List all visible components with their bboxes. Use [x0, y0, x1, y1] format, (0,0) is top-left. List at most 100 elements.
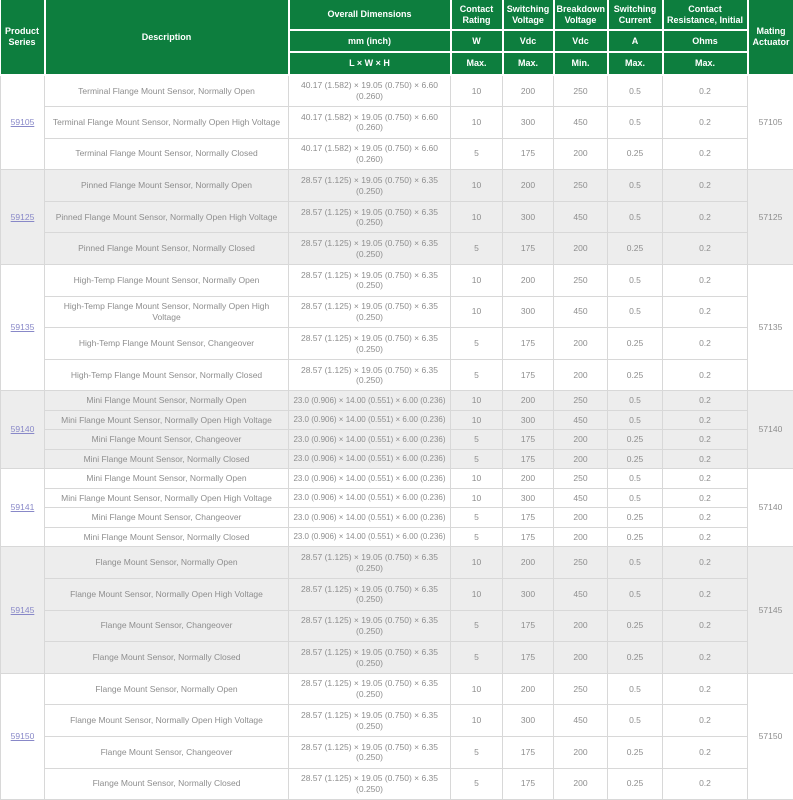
dimensions-cell: 23.0 (0.906) × 14.00 (0.551) × 6.00 (0.2…: [289, 391, 451, 411]
switching-voltage-cell: 200: [503, 265, 554, 297]
dimensions-cell: 28.57 (1.125) × 19.05 (0.750) × 6.35 (0.…: [289, 265, 451, 297]
dimensions-cell: 28.57 (1.125) × 19.05 (0.750) × 6.35 (0.…: [289, 328, 451, 360]
dimensions-cell: 40.17 (1.582) × 19.05 (0.750) × 6.60 (0.…: [289, 138, 451, 170]
dimensions-cell: 23.0 (0.906) × 14.00 (0.551) × 6.00 (0.2…: [289, 508, 451, 528]
product-series-cell: 59125: [1, 170, 45, 265]
switching-current-cell: 0.5: [608, 201, 663, 233]
header-breakdown-voltage: Breakdown Voltage: [554, 0, 608, 30]
product-spec-table: Product Series Description Overall Dimen…: [0, 0, 793, 800]
table-row: Flange Mount Sensor, Normally Open High …: [1, 705, 793, 737]
contact-rating-cell: 10: [451, 296, 503, 328]
product-series-cell: 59135: [1, 265, 45, 391]
header-units-breakdown-voltage: Vdc: [554, 30, 608, 52]
switching-current-cell: 0.5: [608, 705, 663, 737]
table-row: Flange Mount Sensor, Normally Open High …: [1, 579, 793, 611]
table-row: Mini Flange Mount Sensor, Changeover23.0…: [1, 508, 793, 528]
contact-resistance-cell: 0.2: [663, 138, 748, 170]
breakdown-voltage-cell: 200: [554, 642, 608, 674]
contact-resistance-cell: 0.2: [663, 673, 748, 705]
contact-resistance-cell: 0.2: [663, 642, 748, 674]
table-header: Product Series Description Overall Dimen…: [1, 0, 793, 75]
contact-resistance-cell: 0.2: [663, 430, 748, 450]
table-row: Mini Flange Mount Sensor, Changeover23.0…: [1, 430, 793, 450]
table-row: 59145Flange Mount Sensor, Normally Open2…: [1, 547, 793, 579]
breakdown-voltage-cell: 200: [554, 449, 608, 469]
product-series-link[interactable]: 59145: [11, 605, 35, 615]
product-series-link[interactable]: 59141: [11, 502, 35, 512]
header-units-dimensions: mm (inch): [289, 30, 451, 52]
breakdown-voltage-cell: 200: [554, 233, 608, 265]
mating-actuator-cell: 57140: [748, 469, 793, 547]
table-row: 59150Flange Mount Sensor, Normally Open2…: [1, 673, 793, 705]
contact-resistance-cell: 0.2: [663, 170, 748, 202]
breakdown-voltage-cell: 450: [554, 296, 608, 328]
product-series-link[interactable]: 59140: [11, 424, 35, 434]
product-series-cell: 59145: [1, 547, 45, 673]
switching-current-cell: 0.25: [608, 449, 663, 469]
dimensions-cell: 23.0 (0.906) × 14.00 (0.551) × 6.00 (0.2…: [289, 527, 451, 547]
table-row: Flange Mount Sensor, Changeover28.57 (1.…: [1, 737, 793, 769]
breakdown-voltage-cell: 200: [554, 359, 608, 391]
table-row: Pinned Flange Mount Sensor, Normally Ope…: [1, 201, 793, 233]
contact-resistance-cell: 0.2: [663, 107, 748, 139]
switching-voltage-cell: 175: [503, 508, 554, 528]
contact-rating-cell: 5: [451, 328, 503, 360]
switching-voltage-cell: 175: [503, 642, 554, 674]
contact-resistance-cell: 0.2: [663, 469, 748, 489]
description-cell: Flange Mount Sensor, Changeover: [45, 737, 289, 769]
contact-rating-cell: 10: [451, 391, 503, 411]
switching-current-cell: 0.5: [608, 673, 663, 705]
contact-rating-cell: 10: [451, 410, 503, 430]
contact-rating-cell: 10: [451, 673, 503, 705]
contact-rating-cell: 5: [451, 359, 503, 391]
contact-rating-cell: 5: [451, 527, 503, 547]
breakdown-voltage-cell: 250: [554, 391, 608, 411]
header-contact-rating: Contact Rating: [451, 0, 503, 30]
breakdown-voltage-cell: 250: [554, 170, 608, 202]
description-cell: Pinned Flange Mount Sensor, Normally Clo…: [45, 233, 289, 265]
switching-current-cell: 0.5: [608, 265, 663, 297]
switching-voltage-cell: 175: [503, 359, 554, 391]
header-switching-voltage: Switching Voltage: [503, 0, 554, 30]
table-row: Mini Flange Mount Sensor, Normally Close…: [1, 449, 793, 469]
contact-resistance-cell: 0.2: [663, 547, 748, 579]
description-cell: Flange Mount Sensor, Normally Open High …: [45, 579, 289, 611]
contact-resistance-cell: 0.2: [663, 737, 748, 769]
description-cell: Flange Mount Sensor, Normally Closed: [45, 768, 289, 800]
switching-voltage-cell: 175: [503, 610, 554, 642]
contact-rating-cell: 10: [451, 107, 503, 139]
product-series-link[interactable]: 59150: [11, 731, 35, 741]
description-cell: Mini Flange Mount Sensor, Normally Open …: [45, 488, 289, 508]
header-overall-dimensions: Overall Dimensions: [289, 0, 451, 30]
breakdown-voltage-cell: 250: [554, 547, 608, 579]
description-cell: Terminal Flange Mount Sensor, Normally O…: [45, 75, 289, 107]
table-row: Flange Mount Sensor, Changeover28.57 (1.…: [1, 610, 793, 642]
product-series-link[interactable]: 59125: [11, 212, 35, 222]
breakdown-voltage-cell: 200: [554, 430, 608, 450]
product-series-link[interactable]: 59135: [11, 322, 35, 332]
switching-voltage-cell: 175: [503, 138, 554, 170]
contact-rating-cell: 10: [451, 201, 503, 233]
switching-current-cell: 0.25: [608, 359, 663, 391]
table-row: Flange Mount Sensor, Normally Closed28.5…: [1, 642, 793, 674]
breakdown-voltage-cell: 200: [554, 737, 608, 769]
switching-voltage-cell: 300: [503, 296, 554, 328]
breakdown-voltage-cell: 200: [554, 610, 608, 642]
header-qualifier-contact-rating: Max.: [451, 52, 503, 75]
contact-resistance-cell: 0.2: [663, 75, 748, 107]
contact-resistance-cell: 0.2: [663, 610, 748, 642]
breakdown-voltage-cell: 450: [554, 579, 608, 611]
product-series-link[interactable]: 59105: [11, 117, 35, 127]
switching-voltage-cell: 175: [503, 768, 554, 800]
switching-voltage-cell: 200: [503, 170, 554, 202]
breakdown-voltage-cell: 200: [554, 508, 608, 528]
switching-voltage-cell: 175: [503, 233, 554, 265]
dimensions-cell: 40.17 (1.582) × 19.05 (0.750) × 6.60 (0.…: [289, 107, 451, 139]
switching-voltage-cell: 200: [503, 469, 554, 489]
contact-rating-cell: 5: [451, 430, 503, 450]
table-row: 59141Mini Flange Mount Sensor, Normally …: [1, 469, 793, 489]
description-cell: Mini Flange Mount Sensor, Normally Open: [45, 391, 289, 411]
contact-resistance-cell: 0.2: [663, 449, 748, 469]
switching-current-cell: 0.5: [608, 579, 663, 611]
dimensions-cell: 23.0 (0.906) × 14.00 (0.551) × 6.00 (0.2…: [289, 488, 451, 508]
